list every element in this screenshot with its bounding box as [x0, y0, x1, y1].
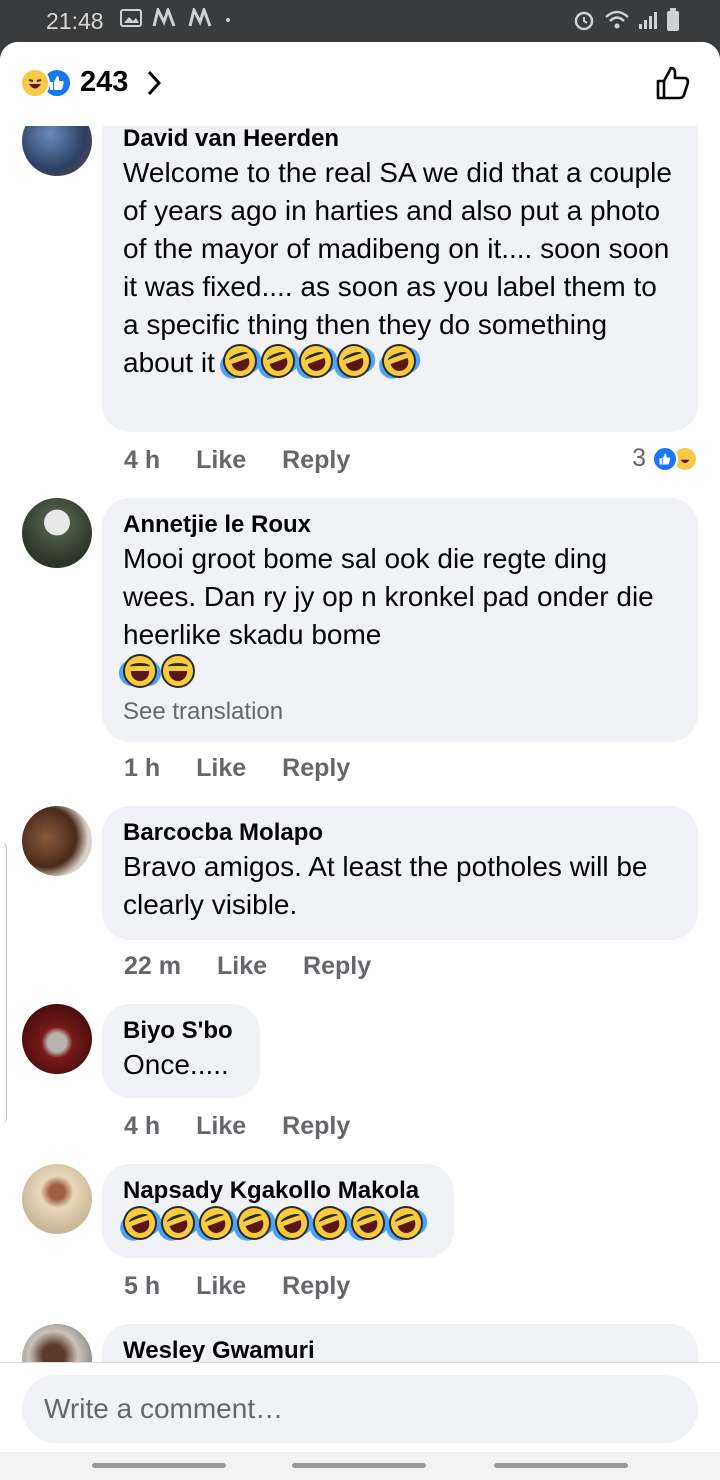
app-n-icon-2 — [188, 8, 212, 27]
comment-time: 22 m — [124, 952, 181, 980]
laughing-emoji-icon — [123, 654, 157, 688]
gallery-icon — [120, 9, 142, 27]
status-time: 21:48 — [46, 8, 104, 34]
comment-actions: 4 h Like Reply — [124, 1112, 350, 1141]
like-link[interactable]: Like — [196, 754, 246, 783]
grinning-emoji-icon — [161, 654, 195, 688]
like-link[interactable]: Like — [196, 1112, 246, 1141]
rofl-emoji-icon — [293, 339, 338, 383]
comment-author[interactable]: Barcocba Molapo — [123, 818, 678, 848]
comment-actions: 22 m Like Reply — [124, 952, 371, 981]
comment-text: Once..... — [123, 1049, 229, 1080]
avatar[interactable] — [22, 1004, 92, 1074]
comment-author[interactable]: Napsady Kgakollo Makola — [123, 1176, 434, 1206]
reactions-header: 243 — [0, 42, 720, 126]
battery-icon — [667, 8, 679, 31]
reaction-count: 243 — [80, 66, 129, 98]
chevron-right-icon[interactable] — [146, 69, 162, 97]
reply-link[interactable]: Reply — [282, 754, 350, 783]
comment-time: 4 h — [124, 1112, 161, 1140]
comment-author[interactable]: Annetjie le Roux — [123, 510, 678, 540]
comment-time: 5 h — [124, 1272, 161, 1300]
reply-link[interactable]: Reply — [282, 1272, 350, 1301]
comment-actions: 4 h Like Reply — [124, 446, 350, 475]
comment-emoji-line — [118, 1201, 434, 1245]
see-translation-link[interactable]: See translation — [123, 696, 678, 728]
nav-home[interactable] — [292, 1463, 426, 1468]
comment-time: 4 h — [124, 446, 161, 474]
comment-author[interactable]: Wesley Gwamuri — [123, 1336, 678, 1362]
system-nav-bar — [0, 1452, 720, 1480]
thread-scroll-indicator — [0, 842, 7, 1124]
status-system-icons — [572, 8, 680, 32]
comment-text-body: Mooi groot bome sal ook die regte ding w… — [123, 543, 654, 650]
comment-reaction-count: 3 — [632, 444, 646, 472]
rofl-emoji-icon — [232, 1201, 276, 1245]
like-link[interactable]: Like — [196, 446, 246, 475]
rofl-emoji-icon — [118, 1201, 162, 1245]
comment-bubble[interactable]: Napsady Kgakollo Makola — [102, 1164, 454, 1258]
nav-recent-apps[interactable] — [92, 1463, 226, 1468]
like-outline-icon[interactable] — [654, 64, 692, 102]
comment-text: Mooi groot bome sal ook die regte ding w… — [123, 540, 678, 654]
avatar[interactable] — [22, 498, 92, 568]
like-link[interactable]: Like — [217, 952, 267, 981]
comment-bubble[interactable]: Annetjie le Roux Mooi groot bome sal ook… — [102, 498, 698, 742]
comment-actions: 5 h Like Reply — [124, 1272, 350, 1301]
rofl-emoji-icon — [270, 1201, 314, 1245]
reply-link[interactable]: Reply — [282, 1112, 350, 1141]
alarm-icon — [574, 11, 594, 31]
rofl-emoji-icon — [217, 339, 262, 383]
comment-time: 1 h — [124, 754, 161, 782]
like-reaction-icon — [652, 445, 678, 472]
like-link[interactable]: Like — [196, 1272, 246, 1301]
comment-bubble[interactable]: Barcocba Molapo Bravo amigos. At least t… — [102, 806, 698, 940]
comment-text: Bravo amigos. At least the potholes will… — [123, 851, 648, 920]
comment-bubble[interactable]: Biyo S'bo Once..... — [102, 1004, 260, 1098]
haha-reaction-icon — [20, 67, 50, 98]
rofl-emoji-icon — [377, 339, 422, 383]
avatar[interactable] — [22, 1324, 92, 1362]
rofl-emoji-icon — [255, 339, 300, 383]
reaction-summary[interactable]: 243 — [20, 66, 162, 99]
rofl-emoji-icon — [194, 1201, 238, 1245]
wifi-icon — [605, 10, 629, 29]
comment-emoji-line — [123, 654, 678, 692]
status-notification-icons — [120, 8, 232, 28]
comment-bubble[interactable]: David van Heerden Welcome to the real SA… — [102, 126, 698, 432]
app-n-icon — [152, 8, 176, 27]
avatar[interactable] — [22, 126, 92, 176]
rofl-emoji-icon — [384, 1201, 428, 1245]
comment-author[interactable]: Biyo S'bo — [123, 1016, 240, 1046]
signal-icon — [639, 12, 657, 29]
comment-reaction-summary[interactable]: 3 — [632, 444, 698, 473]
comment-input[interactable]: Write a comment… — [22, 1375, 698, 1443]
comment-author[interactable]: David van Heerden — [123, 126, 678, 154]
reply-link[interactable]: Reply — [303, 952, 371, 981]
comment-bubble[interactable]: Wesley Gwamuri — [102, 1324, 698, 1362]
comment-list: David van Heerden Welcome to the real SA… — [0, 126, 720, 1362]
comments-sheet: 243 David van Heerden Welcome to the rea… — [0, 42, 720, 1480]
dot-icon — [226, 18, 230, 22]
avatar[interactable] — [22, 806, 92, 876]
rofl-emoji-icon — [156, 1201, 200, 1245]
status-bar: 21:48 — [0, 0, 720, 42]
nav-back[interactable] — [494, 1463, 628, 1468]
avatar[interactable] — [22, 1164, 92, 1234]
reply-link[interactable]: Reply — [282, 446, 350, 475]
rofl-emoji-icon — [346, 1201, 390, 1245]
comment-text: Welcome to the real SA we did that a cou… — [123, 154, 678, 383]
comment-actions: 1 h Like Reply — [124, 754, 350, 783]
rofl-emoji-icon — [308, 1201, 352, 1245]
rofl-emoji-icon — [331, 339, 376, 383]
